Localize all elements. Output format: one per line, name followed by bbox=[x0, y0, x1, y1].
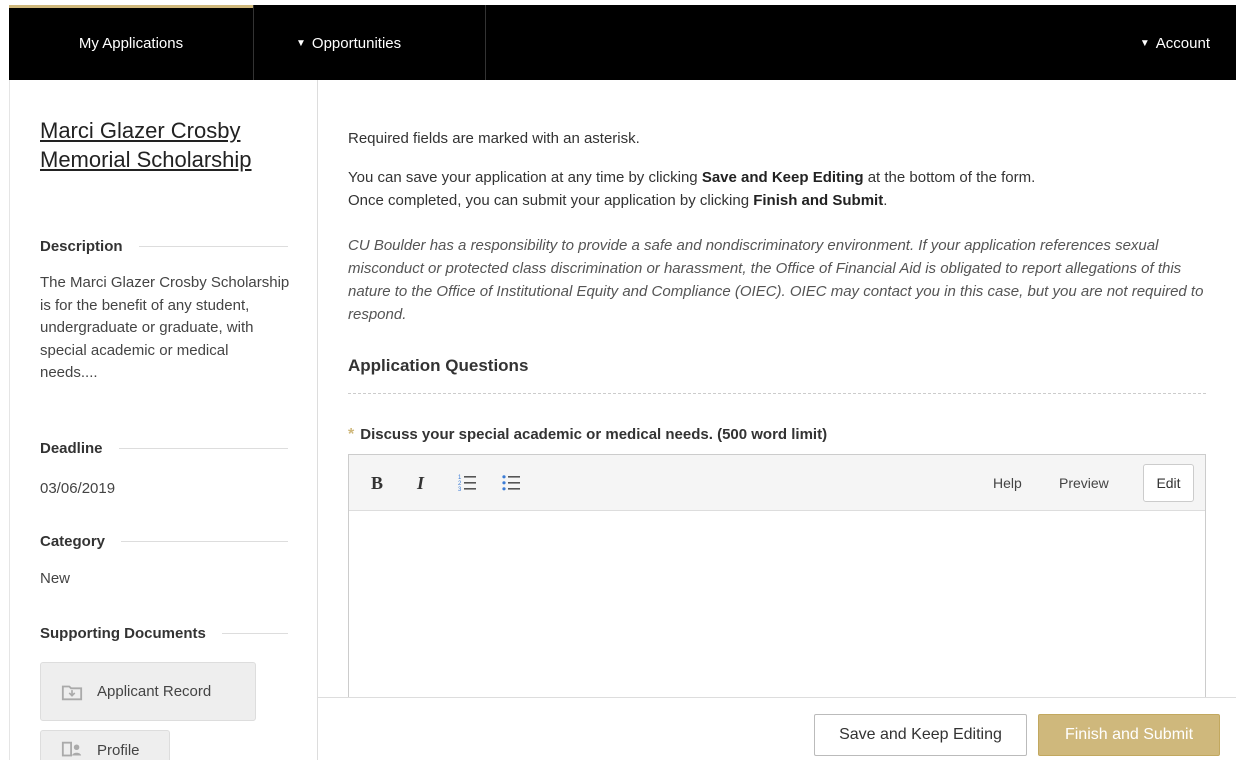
ordered-list-icon[interactable]: 1 2 3 bbox=[457, 472, 477, 492]
section-divider bbox=[348, 393, 1206, 394]
editor-toolbar: B I 1 2 3 Help Preview Edit bbox=[349, 455, 1205, 511]
sidebar: Marci Glazer Crosby Memorial Scholarship… bbox=[9, 80, 318, 760]
preview-tab[interactable]: Preview bbox=[1059, 475, 1109, 491]
caret-down-icon: ▼ bbox=[296, 38, 306, 49]
description-heading: Description bbox=[40, 238, 288, 255]
application-form: Required fields are marked with an aster… bbox=[318, 80, 1236, 760]
oiec-notice: CU Boulder has a responsibility to provi… bbox=[348, 237, 1204, 323]
save-instructions-text-end: at the bottom of the form. bbox=[863, 169, 1036, 186]
required-fields-note: Required fields are marked with an aster… bbox=[348, 130, 640, 147]
application-questions-heading: Application Questions bbox=[348, 356, 529, 375]
required-asterisk: * bbox=[348, 426, 355, 443]
italic-button[interactable]: I bbox=[417, 473, 424, 494]
caret-down-icon: ▼ bbox=[1139, 38, 1150, 49]
question-label: * Discuss your special academic or medica… bbox=[348, 426, 827, 444]
edit-tab[interactable]: Edit bbox=[1143, 464, 1194, 502]
nav-account-label: Account bbox=[1155, 35, 1210, 52]
nav-opportunities-label: Opportunities bbox=[311, 35, 402, 52]
top-nav-bar: My Applications ▼ Opportunities ▼ Accoun… bbox=[9, 5, 1236, 80]
help-link[interactable]: Help bbox=[993, 475, 1022, 491]
profile-card-icon bbox=[61, 741, 82, 757]
divider bbox=[118, 448, 288, 449]
finish-and-submit-button[interactable]: Finish and Submit bbox=[1038, 714, 1220, 756]
category-heading-label: Category bbox=[40, 533, 106, 550]
save-instructions: You can save your application at any tim… bbox=[348, 166, 1210, 212]
save-and-keep-editing-button[interactable]: Save and Keep Editing bbox=[814, 714, 1027, 756]
deadline-heading-label: Deadline bbox=[40, 440, 103, 457]
nav-my-applications-label: My Applications bbox=[78, 35, 184, 52]
deadline-heading: Deadline bbox=[40, 440, 288, 457]
save-instructions-text: You can save your application at any tim… bbox=[348, 169, 702, 186]
submit-instructions-text-end: . bbox=[883, 192, 888, 209]
submit-instructions-text: Once completed, you can submit your appl… bbox=[348, 192, 754, 209]
svg-text:3: 3 bbox=[458, 487, 462, 492]
folder-icon bbox=[61, 685, 83, 700]
supporting-documents-label: Supporting Documents bbox=[40, 625, 206, 642]
description-heading-label: Description bbox=[40, 238, 123, 255]
nav-my-applications[interactable]: My Applications bbox=[9, 5, 254, 80]
category-value: New bbox=[40, 570, 71, 587]
applicant-record-label: Applicant Record bbox=[97, 683, 212, 700]
profile-button[interactable]: Profile bbox=[40, 730, 170, 760]
save-instructions-emphasis: Save and Keep Editing bbox=[701, 169, 864, 186]
question-text: Discuss your special academic or medical… bbox=[360, 426, 828, 443]
divider bbox=[121, 541, 288, 542]
profile-label: Profile bbox=[97, 741, 140, 759]
deadline-value: 03/06/2019 bbox=[40, 480, 116, 497]
scholarship-title-link[interactable]: Marci Glazer Crosby Memorial Scholarship bbox=[40, 116, 300, 174]
submit-instructions-emphasis: Finish and Submit bbox=[753, 192, 884, 209]
form-action-bar: Save and Keep Editing Finish and Submit bbox=[318, 697, 1236, 760]
divider bbox=[221, 633, 288, 634]
description-text: The Marci Glazer Crosby Scholarship is f… bbox=[40, 274, 290, 381]
category-heading: Category bbox=[40, 533, 288, 550]
unordered-list-icon[interactable] bbox=[501, 472, 521, 492]
nav-opportunities-menu[interactable]: ▼ Opportunities bbox=[254, 5, 486, 80]
supporting-documents-heading: Supporting Documents bbox=[40, 625, 288, 642]
bold-button[interactable]: B bbox=[371, 473, 383, 494]
applicant-record-button[interactable]: Applicant Record bbox=[40, 662, 256, 721]
divider bbox=[138, 246, 288, 247]
nav-account-menu[interactable]: ▼ Account bbox=[1140, 5, 1210, 80]
